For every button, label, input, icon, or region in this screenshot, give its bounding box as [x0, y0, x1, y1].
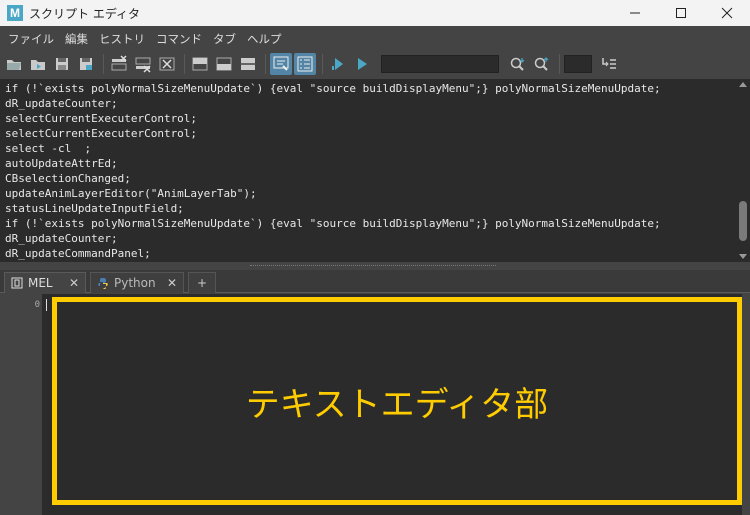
annotation-label: テキストエディタ部 [245, 384, 549, 425]
toolbar-separator [103, 54, 104, 74]
window-title: スクリプト エディタ [29, 6, 140, 21]
clear-history-button[interactable] [108, 53, 130, 75]
show-both-icon [241, 58, 255, 70]
clear-all-icon [159, 57, 175, 71]
scroll-up-arrow-icon[interactable] [739, 82, 747, 87]
menu-bar: ファイル 編集 ヒストリ コマンド タブ ヘルプ [0, 28, 750, 50]
menu-tabs[interactable]: タブ [209, 31, 240, 47]
tab-mel[interactable]: MEL ✕ [4, 272, 86, 293]
search-up-icon [534, 57, 549, 71]
close-button[interactable] [704, 0, 750, 26]
source-script-icon [31, 60, 45, 70]
mel-tab-icon [11, 277, 23, 289]
maximize-button[interactable] [658, 0, 704, 26]
source-script-button[interactable] [27, 53, 49, 75]
open-script-icon [7, 60, 21, 70]
scroll-thumb[interactable] [739, 201, 747, 241]
history-line: dR_updateCommandPanel; [5, 247, 151, 260]
clear-input-icon [135, 57, 151, 73]
toolbar [0, 50, 750, 78]
open-script-button[interactable] [3, 53, 25, 75]
close-tab-icon[interactable]: ✕ [167, 276, 177, 290]
show-input-icon [216, 57, 232, 71]
close-tab-icon[interactable]: ✕ [69, 276, 79, 290]
maximize-icon [676, 8, 686, 18]
goto-line-button[interactable] [598, 53, 620, 75]
execute-all-icon [332, 58, 343, 70]
search-icon [510, 57, 525, 71]
menu-history[interactable]: ヒストリ [95, 31, 149, 47]
line-numbers-button[interactable] [294, 53, 316, 75]
execute-all-button[interactable] [327, 53, 349, 75]
clear-input-button[interactable] [132, 53, 154, 75]
show-history-icon [192, 57, 208, 71]
save-script-button[interactable] [51, 53, 73, 75]
minimize-icon [630, 12, 640, 14]
history-line: if (!`exists polyNormalSizeMenuUpdate`) … [5, 217, 661, 230]
menu-help[interactable]: ヘルプ [243, 31, 286, 47]
clear-history-icon [111, 55, 127, 71]
toolbar-separator [184, 54, 185, 74]
history-line: dR_updateCounter; [5, 97, 118, 110]
add-tab-button[interactable]: + [188, 272, 216, 293]
goto-line-input[interactable] [564, 55, 592, 73]
line-number: 0 [34, 300, 40, 310]
splitter-grip [250, 265, 496, 267]
line-number-gutter: 0 [0, 294, 42, 515]
execute-button[interactable] [351, 53, 373, 75]
echo-all-commands-button[interactable] [270, 53, 292, 75]
toolbar-separator [559, 54, 560, 74]
toolbar-separator [322, 54, 323, 74]
search-up-button[interactable] [531, 53, 553, 75]
clear-all-button[interactable] [156, 53, 178, 75]
editor-edge [742, 294, 750, 515]
minimize-button[interactable] [612, 0, 658, 26]
show-input-button[interactable] [213, 53, 235, 75]
script-input-editor[interactable]: 0 テキストエディタ部 [0, 294, 750, 515]
history-line: updateAnimLayerEditor("AnimLayerTab"); [5, 187, 257, 200]
menu-edit[interactable]: 編集 [61, 31, 92, 47]
save-script-to-shelf-icon [80, 58, 92, 70]
history-line: selectCurrentExecuterControl; [5, 112, 198, 125]
history-line: dR_updateCounter; [5, 232, 118, 245]
goto-line-icon [602, 58, 616, 69]
tab-label: MEL [28, 276, 53, 290]
toolbar-separator [265, 54, 266, 74]
save-script-to-shelf-button[interactable] [75, 53, 97, 75]
python-icon [98, 278, 108, 289]
echo-all-commands-icon [273, 56, 289, 71]
show-history-button[interactable] [189, 53, 211, 75]
show-both-button[interactable] [237, 53, 259, 75]
history-line: CBselectionChanged; [5, 172, 131, 185]
maya-logo-icon: M [7, 5, 23, 21]
tab-label: Python [114, 276, 156, 290]
history-scrollbar[interactable] [736, 79, 750, 262]
line-numbers-icon [297, 56, 313, 72]
tab-python[interactable]: Python ✕ [90, 272, 184, 293]
pane-splitter[interactable] [0, 262, 750, 270]
history-output-pane[interactable]: if (!`exists polyNormalSizeMenuUpdate`) … [0, 79, 736, 262]
history-line: autoUpdateAttrEd; [5, 157, 118, 170]
text-caret [46, 299, 47, 311]
menu-file[interactable]: ファイル [4, 31, 58, 47]
history-line: selectCurrentExecuterControl; [5, 127, 198, 140]
history-line: statusLineUpdateInputField; [5, 202, 184, 215]
annotation-frame: テキストエディタ部 [52, 297, 742, 505]
menu-command[interactable]: コマンド [152, 31, 206, 47]
close-icon [721, 7, 733, 19]
search-down-button[interactable] [507, 53, 529, 75]
tab-bar: MEL ✕ Python ✕ + [0, 270, 750, 293]
history-line: select -cl ; [5, 142, 92, 155]
title-bar: M スクリプト エディタ [0, 0, 750, 26]
execute-icon [358, 58, 367, 70]
scroll-down-arrow-icon[interactable] [739, 254, 747, 259]
search-input[interactable] [381, 55, 499, 73]
save-script-icon [56, 58, 68, 70]
history-line: if (!`exists polyNormalSizeMenuUpdate`) … [5, 82, 661, 95]
